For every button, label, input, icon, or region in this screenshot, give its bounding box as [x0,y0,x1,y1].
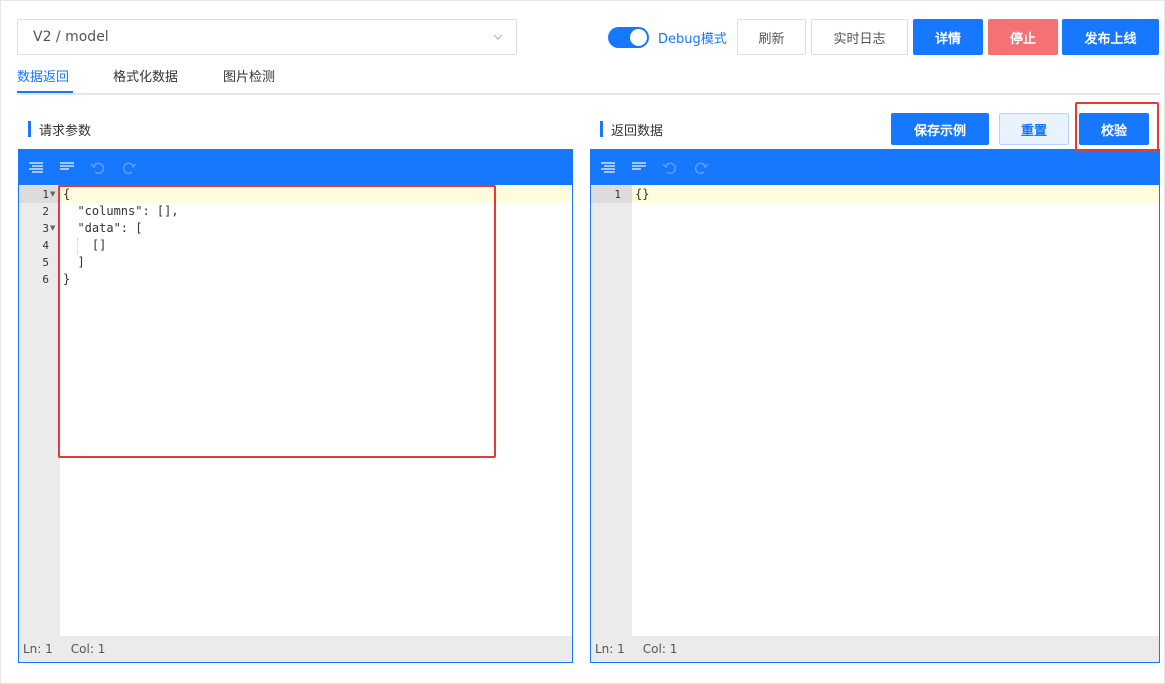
cursor-col: Col: 1 [642,642,678,656]
code-line: } [63,272,71,286]
redo-icon[interactable] [120,160,138,176]
reset-button[interactable]: 重置 [999,113,1069,145]
editor-status-bar: Ln: 1 Col: 1 [591,636,1159,662]
tab-data-return[interactable]: 数据返回 [17,66,69,85]
stop-button[interactable]: 停止 [988,19,1058,55]
line-number: 2 [42,205,49,218]
active-line-highlight [591,186,1159,203]
line-gutter [591,185,632,636]
refresh-button[interactable]: 刷新 [737,19,806,55]
fold-arrow-icon[interactable]: ▼ [50,186,55,203]
active-line-highlight [19,186,572,203]
request-editor[interactable]: 1 2 3 4 5 6 ▼ ▼ { "columns": [], "data":… [18,149,573,663]
format-icon[interactable] [599,160,617,176]
line-number: 1 [42,188,49,201]
editor-toolbar [19,150,572,185]
request-params-title: 请求参数 [39,123,92,139]
cursor-line: Ln: 1 [595,642,625,656]
editor-body[interactable]: 1 {} [591,185,1159,636]
undo-icon[interactable] [89,160,107,176]
response-data-title: 返回数据 [611,123,664,139]
debug-toggle[interactable] [608,27,649,48]
code-line: { [63,187,71,201]
compact-icon[interactable] [630,160,648,176]
code-line: ] [63,255,85,269]
realtime-log-button[interactable]: 实时日志 [811,19,908,55]
line-number: 3 [42,222,49,235]
model-select[interactable]: V2 / model [17,19,517,55]
code-line: [] [63,238,107,252]
response-data-header: 返回数据 [600,110,860,148]
validate-button[interactable]: 校验 [1079,113,1149,145]
details-button[interactable]: 详情 [913,19,983,55]
redo-icon[interactable] [692,160,710,176]
section-accent-bar [28,121,31,137]
tab-bar: 数据返回 格式化数据 图片检测 [17,62,1160,95]
code-line: "data": [ [63,221,143,235]
section-accent-bar [600,121,603,137]
debug-toggle-label: Debug模式 [658,32,727,47]
format-icon[interactable] [27,160,45,176]
line-number: 1 [614,188,621,201]
chevron-down-icon [493,34,503,40]
debug-toggle-group[interactable]: Debug模式 [608,27,727,48]
code-line: {} [635,187,650,201]
request-params-header: 请求参数 [28,110,568,148]
undo-icon[interactable] [661,160,679,176]
save-example-button[interactable]: 保存示例 [891,113,989,145]
compact-icon[interactable] [58,160,76,176]
model-select-value: V2 / model [33,29,109,45]
editor-status-bar: Ln: 1 Col: 1 [19,636,572,662]
fold-arrow-icon[interactable]: ▼ [50,220,55,237]
tab-active-indicator [17,91,73,93]
response-editor[interactable]: 1 {} Ln: 1 Col: 1 [590,149,1160,663]
cursor-col: Col: 1 [70,642,106,656]
code-line: "columns": [], [63,204,179,218]
line-number: 5 [42,256,49,269]
cursor-line: Ln: 1 [23,642,53,656]
publish-button[interactable]: 发布上线 [1062,19,1159,55]
tab-formatted-data[interactable]: 格式化数据 [113,66,178,85]
line-number: 4 [42,239,49,252]
editor-body[interactable]: 1 2 3 4 5 6 ▼ ▼ { "columns": [], "data":… [19,185,572,636]
editor-toolbar [591,150,1159,185]
line-number: 6 [42,273,49,286]
tab-image-detection[interactable]: 图片检测 [223,66,275,85]
indent-guide [77,238,78,254]
toggle-knob [630,29,647,46]
